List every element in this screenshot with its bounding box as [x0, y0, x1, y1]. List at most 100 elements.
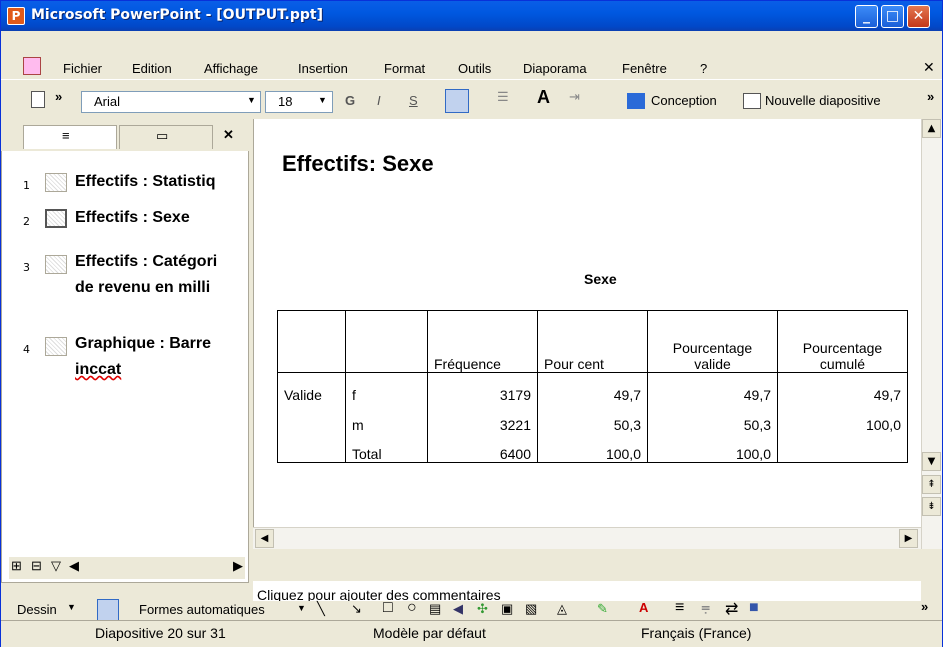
clipart-tool-icon[interactable]: ▣	[501, 601, 513, 617]
maximize-button[interactable]: □	[881, 5, 904, 28]
document-icon[interactable]	[23, 57, 41, 75]
scroll-right-icon[interactable]: ▶	[233, 558, 243, 574]
outline-slide-title-line2[interactable]: inccat	[75, 361, 121, 379]
shadow-style-icon[interactable]: ■	[749, 599, 759, 617]
indent-icon[interactable]: ⇥	[569, 89, 580, 105]
new-slide-button[interactable]: Nouvelle diapositive	[765, 93, 881, 108]
menu-insertion[interactable]: Insertion	[298, 61, 348, 76]
new-document-icon[interactable]	[31, 91, 45, 108]
menu-edition[interactable]: Edition	[132, 61, 172, 76]
menu-affichage[interactable]: Affichage	[204, 61, 258, 76]
scroll-left-icon[interactable]: ◀	[255, 529, 274, 548]
menu-outils[interactable]: Outils	[458, 61, 491, 76]
bold-button[interactable]: G	[345, 93, 355, 108]
slide-thumb-icon[interactable]	[45, 209, 67, 228]
table-cell: 3179	[427, 372, 538, 403]
table-header-row: Fréquence Pour cent Pourcentage valide P…	[277, 310, 908, 373]
oval-tool-icon[interactable]: ○	[407, 599, 417, 617]
table-cell: 3221	[427, 402, 538, 433]
status-language[interactable]: Français (France)	[641, 625, 751, 641]
table-cell: 100,0	[537, 432, 648, 463]
scroll-down-icon[interactable]: ▼	[922, 452, 941, 471]
frequency-table[interactable]: Fréquence Pour cent Pourcentage valide P…	[277, 310, 908, 463]
slide-thumb-icon[interactable]	[45, 255, 67, 274]
font-color-icon[interactable]: A	[639, 600, 648, 615]
close-pane-icon[interactable]: ✕	[223, 127, 234, 143]
arrow-style-icon[interactable]: ⇄	[725, 599, 738, 619]
toolbar-overflow-icon[interactable]: »	[927, 89, 934, 104]
diagram-tool-icon[interactable]: ✣	[477, 601, 488, 617]
slide-number: 2	[23, 215, 30, 228]
design-icon[interactable]	[627, 93, 645, 109]
toolbar-overflow-icon[interactable]: »	[921, 599, 928, 614]
previous-slide-icon[interactable]: ⇞	[922, 475, 941, 494]
scroll-right-icon[interactable]: ▶	[899, 529, 918, 548]
outline-slide-title[interactable]: Effectifs : Sexe	[75, 209, 190, 227]
italic-button[interactable]: I	[377, 93, 381, 108]
chevron-down-icon[interactable]: ▼	[297, 603, 306, 613]
increase-font-icon[interactable]: A	[537, 87, 550, 108]
menu-fichier[interactable]: Fichier	[63, 61, 102, 76]
normal-view-icon[interactable]: ⊞	[11, 558, 22, 574]
shadow-button[interactable]: S	[409, 93, 418, 108]
menu-fenetre[interactable]: Fenêtre	[622, 61, 667, 76]
slide-thumb-icon[interactable]	[45, 337, 67, 356]
table-row: Valide f 3179 49,7 49,7 49,7	[277, 372, 908, 403]
minimize-button[interactable]: _	[855, 5, 878, 28]
new-slide-icon[interactable]	[743, 93, 761, 109]
chevron-down-icon[interactable]: ▼	[318, 95, 327, 105]
table-cell: 6400	[427, 432, 538, 463]
select-pointer-button[interactable]	[97, 599, 119, 621]
vertical-scrollbar[interactable]: ▲ ▼ ⇞ ⇟	[921, 119, 942, 549]
chevron-down-icon[interactable]: ▼	[67, 602, 76, 612]
slideshow-view-icon[interactable]: ▽	[51, 558, 61, 574]
outline-slide-title[interactable]: Graphique : Barre	[75, 335, 211, 353]
wordart-tool-icon[interactable]: ◀	[453, 601, 463, 617]
chevron-down-icon[interactable]: ▼	[247, 95, 256, 105]
design-button[interactable]: Conception	[651, 93, 717, 108]
title-bar[interactable]: P Microsoft PowerPoint - [OUTPUT.ppt] _ …	[1, 1, 942, 31]
line-color-icon[interactable]: ✎	[597, 601, 608, 617]
horizontal-scrollbar[interactable]: ◀ ▶	[253, 527, 921, 549]
picture-tool-icon[interactable]: ▧	[525, 601, 537, 617]
outline-slide-title[interactable]: Effectifs : Catégori	[75, 253, 217, 271]
view-buttons: ⊞ ⊟ ▽ ◀ ▶	[9, 557, 245, 579]
menu-diaporama[interactable]: Diaporama	[523, 61, 587, 76]
line-style-icon[interactable]: ≡	[675, 599, 684, 617]
outline-slide-title-line2[interactable]: de revenu en milli	[75, 279, 210, 297]
sorter-view-icon[interactable]: ⊟	[31, 558, 42, 574]
slide-number: 1	[23, 179, 30, 192]
textbox-tool-icon[interactable]: ▤	[429, 601, 441, 617]
line-tool-icon[interactable]: ╲	[317, 601, 325, 617]
menu-help[interactable]: ?	[700, 61, 707, 76]
toolbar-overflow-icon[interactable]: »	[55, 89, 62, 104]
menu-format[interactable]: Format	[384, 61, 425, 76]
window-title: Microsoft PowerPoint - [OUTPUT.ppt]	[31, 7, 323, 23]
draw-menu-button[interactable]: Dessin	[17, 602, 57, 617]
table-row: m 3221 50,3 50,3 100,0	[277, 402, 908, 433]
close-window-button[interactable]: ✕	[907, 5, 930, 28]
slide-number: 3	[23, 261, 30, 274]
tab-outline[interactable]: ≡	[23, 125, 117, 149]
dash-style-icon[interactable]: ⩦	[701, 599, 710, 617]
align-left-button[interactable]	[445, 89, 469, 113]
slide-title[interactable]: Effectifs: Sexe	[282, 151, 434, 177]
scroll-left-icon[interactable]: ◀	[69, 558, 79, 574]
bullets-icon[interactable]: ☰	[497, 89, 509, 105]
scroll-up-icon[interactable]: ▲	[922, 119, 941, 138]
slide-thumb-icon[interactable]	[45, 173, 67, 192]
font-size-combo[interactable]: 18 ▼	[265, 91, 333, 113]
arrow-tool-icon[interactable]: ↘	[351, 601, 362, 617]
font-name-combo[interactable]: Arial ▼	[81, 91, 261, 113]
outline-slide-title[interactable]: Effectifs : Statistiq	[75, 173, 215, 191]
fill-color-icon[interactable]: ◬	[557, 601, 567, 617]
rectangle-tool-icon[interactable]: □	[383, 599, 393, 617]
table-header: Pour cent	[537, 310, 648, 373]
tab-slides[interactable]: ▭	[119, 125, 213, 149]
powerpoint-app-icon[interactable]: P	[7, 7, 25, 25]
autoshapes-button[interactable]: Formes automatiques	[139, 602, 265, 617]
table-header: Fréquence	[427, 310, 538, 373]
table-caption: Sexe	[584, 271, 617, 287]
next-slide-icon[interactable]: ⇟	[922, 497, 941, 516]
close-document-icon[interactable]: ✕	[923, 59, 935, 76]
